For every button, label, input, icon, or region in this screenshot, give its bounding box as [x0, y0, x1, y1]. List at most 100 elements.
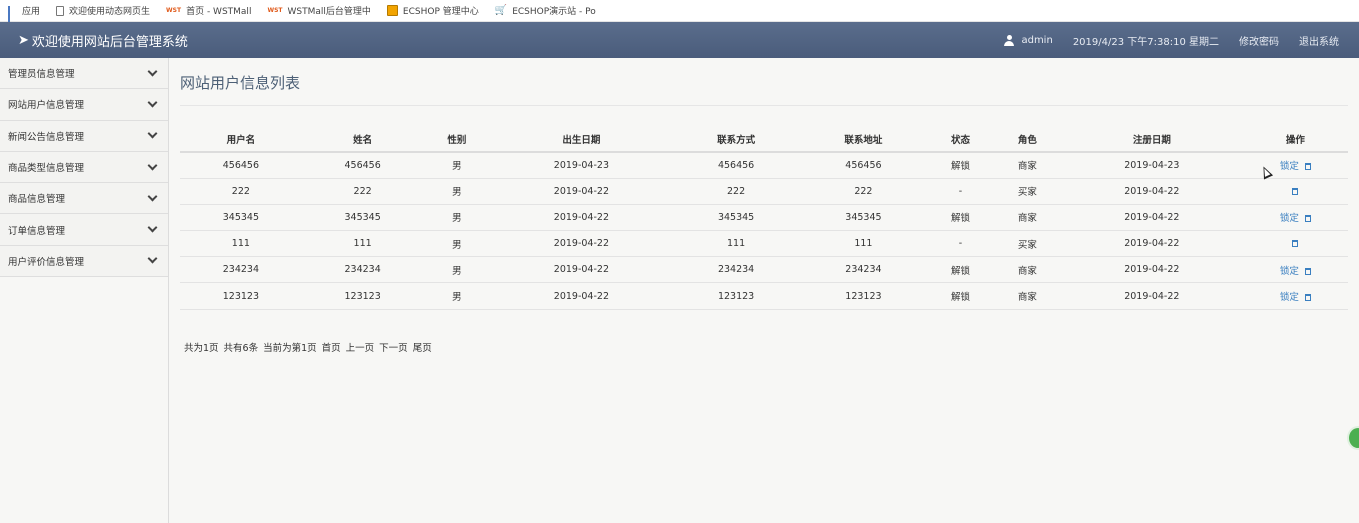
- chevron-down-icon: [147, 191, 158, 202]
- cell-status: 解锁: [927, 152, 994, 179]
- table-row: 234234 234234 男 2019-04-22 234234 234234 解锁 商家 2…: [180, 256, 1348, 284]
- trash-icon[interactable]: [1304, 215, 1311, 223]
- cell-reg-date: 2019-04-22: [1060, 230, 1243, 258]
- cell-phone: 234234: [672, 256, 800, 284]
- cell-gender: 男: [423, 282, 491, 310]
- sidebar-item-orders[interactable]: 订单信息管理: [0, 214, 168, 246]
- table-row: 456456 456456 男 2019-04-23 456456 456456 解锁 商家 2…: [180, 152, 1348, 179]
- user-icon: [1004, 35, 1015, 46]
- sidebar-item-products[interactable]: 商品信息管理: [0, 183, 168, 215]
- cell-role: 商家: [993, 152, 1061, 179]
- current-page: 当前为第1页: [263, 343, 317, 354]
- cell-status: -: [927, 230, 994, 258]
- prev-page-link[interactable]: 上一页: [346, 340, 375, 354]
- trash-icon[interactable]: [1304, 294, 1311, 302]
- cell-birth: 2019-04-22: [490, 282, 673, 310]
- sidebar-item-admin[interactable]: 管理员信息管理: [0, 58, 168, 90]
- first-page-link[interactable]: 首页: [322, 340, 341, 354]
- bookmark-wstmall-admin[interactable]: WST WSTMall后台管理中: [267, 4, 370, 17]
- column-header: 联系地址: [799, 126, 928, 153]
- table-row: 111 111 男 2019-04-22 111 111- 买家 2019-04-22: [180, 230, 1348, 258]
- lock-link[interactable]: 锁定: [1280, 266, 1299, 277]
- bookmark-label: ECSHOP 管理中心: [402, 7, 479, 17]
- table-row: 345345 345345 男 2019-04-22 345345 345345 解锁 商家 2…: [180, 204, 1348, 232]
- cell-address: 123123: [799, 282, 928, 310]
- cell-username: 345345: [180, 204, 302, 232]
- username-label: admin: [1021, 35, 1053, 46]
- table-row: 222 222 男 2019-04-22 222 222- 买家 2019-04-22: [180, 178, 1348, 205]
- cell-role: 商家: [993, 204, 1061, 232]
- last-page-link[interactable]: 尾页: [413, 340, 432, 354]
- page-title: 网站用户信息列表: [180, 74, 301, 92]
- wst-icon: WST: [267, 7, 283, 14]
- cell-actions: 锁定: [1242, 152, 1348, 179]
- bookmark-ecshop-admin[interactable]: ECSHOP 管理中心: [386, 4, 479, 17]
- cell-status: 解锁: [927, 204, 994, 232]
- cell-address: 111: [799, 230, 928, 258]
- lock-link[interactable]: 锁定: [1280, 213, 1299, 224]
- cell-birth: 2019-04-23: [490, 152, 673, 179]
- column-header: 出生日期: [490, 126, 673, 153]
- logout-link[interactable]: 退出系统: [1299, 33, 1339, 48]
- apps-icon: [8, 6, 17, 24]
- trash-icon[interactable]: [1304, 163, 1311, 171]
- sidebar-item-news[interactable]: 新闻公告信息管理: [0, 120, 168, 152]
- datetime-display: 2019/4/23 下午7:38:10 星期二: [1072, 37, 1219, 48]
- total-pages: 共为1页: [184, 343, 219, 354]
- chevron-down-icon: [147, 222, 158, 233]
- cell-name: 222: [301, 178, 424, 205]
- bookmark-label: 首页 - WSTMall: [186, 7, 252, 17]
- change-password-link[interactable]: 修改密码: [1239, 33, 1279, 48]
- cell-username: 123123: [180, 282, 302, 310]
- top-header: ➤ 欢迎使用网站后台管理系统 admin 2019/4/23 下午7:38:10…: [0, 22, 1359, 58]
- bookmarks-bar: 应用 欢迎使用动态网页生 WST 首页 - WSTMall WST WSTMal…: [0, 0, 1359, 24]
- cell-address: 222: [799, 178, 928, 205]
- cart-icon: 🛒: [494, 4, 508, 16]
- sidebar-item-label: 网站用户信息管理: [8, 100, 85, 112]
- bookmark-ecshop-demo[interactable]: 🛒 ECSHOP演示站 - Po: [495, 4, 596, 17]
- ecshop-icon: [386, 5, 398, 16]
- column-header: 角色: [993, 126, 1061, 153]
- bookmark-welcome[interactable]: 欢迎使用动态网页生: [56, 4, 150, 17]
- floating-assistant-icon[interactable]: [1347, 426, 1359, 450]
- table-header-row: 用户名 姓名 性别 出生日期 联系方式 联系地址 状态 角色 注册日期 操作: [180, 126, 1348, 153]
- cell-username: 222: [180, 178, 302, 205]
- chevron-down-icon: [147, 97, 158, 108]
- sidebar-item-users[interactable]: 网站用户信息管理: [0, 89, 168, 121]
- column-header: 注册日期: [1060, 126, 1243, 153]
- sidebar-item-product-types[interactable]: 商品类型信息管理: [0, 151, 168, 184]
- column-header: 联系方式: [672, 126, 800, 153]
- sidebar-item-reviews[interactable]: 用户评价信息管理: [0, 245, 168, 278]
- sidebar-item-label: 管理员信息管理: [8, 69, 75, 81]
- cell-gender: 男: [423, 230, 491, 258]
- current-user: admin: [1004, 35, 1053, 46]
- bookmark-wstmall-home[interactable]: WST 首页 - WSTMall: [166, 4, 251, 17]
- lock-link[interactable]: 锁定: [1280, 161, 1299, 172]
- sidebar-item-label: 新闻公告信息管理: [8, 131, 85, 143]
- cell-actions: [1242, 230, 1348, 258]
- header-actions: admin 2019/4/23 下午7:38:10 星期二 修改密码 退出系统: [984, 33, 1339, 48]
- paper-plane-icon: ➤: [18, 33, 29, 48]
- cell-phone: 345345: [672, 204, 800, 232]
- cell-name: 456456: [301, 152, 424, 179]
- sidebar-item-label: 订单信息管理: [8, 225, 66, 237]
- lock-link[interactable]: 锁定: [1280, 292, 1299, 303]
- bookmark-apps[interactable]: 应用: [8, 4, 40, 24]
- cell-actions: 锁定: [1242, 204, 1348, 232]
- site-title-text: 欢迎使用网站后台管理系统: [31, 35, 188, 50]
- cell-name: 111: [301, 230, 424, 258]
- total-records: 共有6条: [223, 343, 259, 354]
- column-header: 状态: [927, 126, 994, 153]
- divider: [180, 105, 1348, 106]
- cell-actions: 锁定: [1242, 256, 1348, 284]
- next-page-link[interactable]: 下一页: [379, 340, 408, 354]
- sidebar-item-label: 用户评价信息管理: [8, 256, 85, 268]
- trash-icon[interactable]: [1292, 240, 1299, 248]
- sidebar: 管理员信息管理 网站用户信息管理 新闻公告信息管理 商品类型信息管理 商品信息管…: [0, 58, 169, 523]
- users-table: 用户名 姓名 性别 出生日期 联系方式 联系地址 状态 角色 注册日期 操作 4…: [180, 126, 1348, 310]
- cell-reg-date: 2019-04-23: [1060, 152, 1243, 179]
- trash-icon[interactable]: [1292, 187, 1299, 195]
- cell-birth: 2019-04-22: [490, 230, 673, 258]
- trash-icon[interactable]: [1304, 267, 1311, 275]
- cell-phone: 123123: [672, 282, 800, 310]
